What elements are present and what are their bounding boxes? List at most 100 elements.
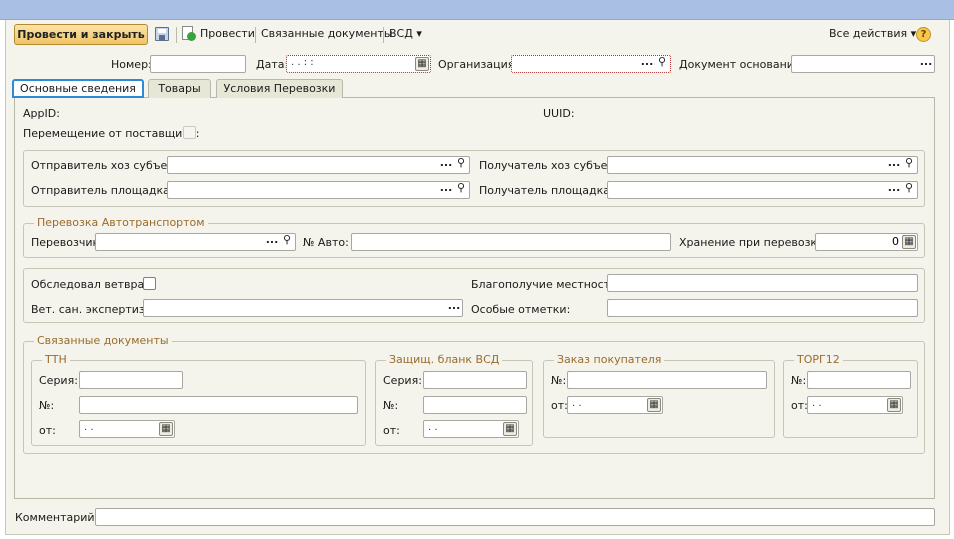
search-icon[interactable]: ⚲ — [902, 157, 916, 172]
welfare-field[interactable] — [607, 274, 918, 292]
auto-number-label: № Авто: — [303, 236, 349, 249]
ttn-series-field[interactable] — [79, 371, 183, 389]
ellipsis-icon[interactable]: ... — [439, 182, 453, 197]
welfare-label: Благополучие местности: — [471, 278, 621, 291]
storage-value: 0 — [892, 235, 899, 248]
notes-field[interactable] — [607, 299, 918, 317]
document-basis-field[interactable]: ... — [791, 55, 935, 73]
vsd-menu-button[interactable]: ВСД ▾ — [389, 27, 422, 41]
storage-field[interactable]: 0 ▦ — [815, 233, 918, 251]
number-label: Номер: — [111, 58, 152, 71]
sender-site-field[interactable]: ... ⚲ — [167, 181, 470, 199]
examined-label: Обследовал ветврач: — [31, 278, 155, 291]
organization-field[interactable]: ... ⚲ — [511, 55, 671, 73]
vsd-menu-label: ВСД — [389, 27, 413, 40]
chevron-down-icon: ▾ — [416, 27, 422, 40]
vsd-number-field[interactable] — [423, 396, 527, 414]
ttn-date-value: . . — [84, 422, 94, 433]
calendar-icon[interactable]: ▦ — [415, 57, 429, 71]
tab-main-info[interactable]: Основные сведения — [12, 79, 144, 98]
save-icon[interactable] — [155, 27, 169, 41]
transport-group-title: Перевозка Автотранспортом — [34, 217, 208, 229]
calendar-icon[interactable]: ▦ — [647, 398, 661, 412]
uuid-label: UUID: — [543, 107, 575, 120]
examined-checkbox[interactable] — [143, 277, 156, 290]
linked-documents-title: Связанные документы — [34, 335, 172, 347]
date-field[interactable]: . . : : ▦ — [286, 55, 431, 73]
from-supplier-label: Перемещение от поставщика: — [23, 127, 200, 140]
calendar-icon[interactable]: ▦ — [887, 398, 901, 412]
post-and-close-button[interactable]: Провести и закрыть — [14, 24, 148, 45]
tab-transport-conditions[interactable]: Условия Перевозки — [216, 79, 343, 98]
torg-date-value: . . — [812, 398, 822, 409]
tab-goods[interactable]: Товары — [148, 79, 211, 98]
calendar-icon[interactable]: ▦ — [159, 422, 173, 436]
date-value: . . : : — [291, 57, 314, 68]
toolbar-separator — [176, 27, 177, 43]
ttn-number-field[interactable] — [79, 396, 358, 414]
receiver-entity-label: Получатель хоз субъект: — [479, 159, 625, 172]
ttn-date-label: от: — [39, 424, 56, 437]
search-icon[interactable]: ⚲ — [902, 182, 916, 197]
search-icon[interactable]: ⚲ — [280, 234, 294, 249]
notes-label: Особые отметки: — [471, 303, 571, 316]
post-icon — [182, 26, 196, 42]
ttn-number-label: №: — [39, 399, 55, 412]
torg-date-field[interactable]: . . ▦ — [807, 396, 903, 414]
torg-number-field[interactable] — [807, 371, 911, 389]
expertise-label: Вет. сан. экспертиза: — [31, 303, 156, 316]
auto-number-field[interactable] — [351, 233, 671, 251]
ellipsis-icon[interactable]: ... — [447, 300, 461, 315]
order-date-value: . . — [572, 398, 582, 409]
ttn-date-field[interactable]: . . ▦ — [79, 420, 175, 438]
carrier-field[interactable]: ... ⚲ — [95, 233, 296, 251]
expertise-field[interactable]: ... — [143, 299, 463, 317]
all-actions-label: Все действия — [829, 27, 908, 40]
customer-order-title: Заказ покупателя — [554, 354, 665, 366]
vsd-date-field[interactable]: . . ▦ — [423, 420, 519, 438]
vsd-date-label: от: — [383, 424, 400, 437]
sender-entity-field[interactable]: ... ⚲ — [167, 156, 470, 174]
receiver-site-label: Получатель площадка: — [479, 184, 614, 197]
help-icon[interactable]: ? — [916, 27, 931, 42]
window-title-bar — [0, 0, 954, 20]
ellipsis-icon[interactable]: ... — [919, 56, 933, 71]
vsd-series-label: Серия: — [383, 374, 422, 387]
receiver-site-field[interactable]: ... ⚲ — [607, 181, 918, 199]
search-icon[interactable]: ⚲ — [454, 182, 468, 197]
comment-label: Комментарий: — [15, 511, 99, 524]
receiver-entity-field[interactable]: ... ⚲ — [607, 156, 918, 174]
order-date-field[interactable]: . . ▦ — [567, 396, 663, 414]
vsd-blank-title: Защищ. бланк ВСД — [386, 354, 503, 366]
number-field[interactable] — [150, 55, 246, 73]
from-supplier-checkbox[interactable] — [183, 126, 196, 139]
calendar-icon[interactable]: ▦ — [503, 422, 517, 436]
ellipsis-icon[interactable]: ... — [640, 56, 654, 71]
carrier-label: Перевозчик: — [31, 236, 103, 249]
vsd-series-field[interactable] — [423, 371, 527, 389]
comment-field[interactable] — [95, 508, 935, 526]
ellipsis-icon[interactable]: ... — [887, 182, 901, 197]
ttn-series-label: Серия: — [39, 374, 78, 387]
organization-label: Организация: — [438, 58, 519, 71]
torg12-title: ТОРГ12 — [794, 354, 843, 366]
ellipsis-icon[interactable]: ... — [265, 234, 279, 249]
related-documents-button[interactable]: Связанные документы — [261, 27, 393, 41]
toolbar-separator — [383, 27, 384, 43]
calculator-icon[interactable]: ▦ — [902, 235, 916, 249]
search-icon[interactable]: ⚲ — [655, 56, 669, 71]
all-actions-menu[interactable]: Все действия ▾ — [829, 27, 916, 41]
order-number-label: №: — [551, 374, 567, 387]
vsd-date-value: . . — [428, 422, 438, 433]
torg-date-label: от: — [791, 399, 808, 412]
sender-site-label: Отправитель площадка: — [31, 184, 174, 197]
order-number-field[interactable] — [567, 371, 767, 389]
ellipsis-icon[interactable]: ... — [887, 157, 901, 172]
search-icon[interactable]: ⚲ — [454, 157, 468, 172]
toolbar-separator — [255, 27, 256, 43]
vsd-number-label: №: — [383, 399, 399, 412]
order-date-label: от: — [551, 399, 568, 412]
document-basis-label: Документ основание: — [679, 58, 805, 71]
post-button[interactable]: Провести — [200, 27, 255, 41]
ellipsis-icon[interactable]: ... — [439, 157, 453, 172]
